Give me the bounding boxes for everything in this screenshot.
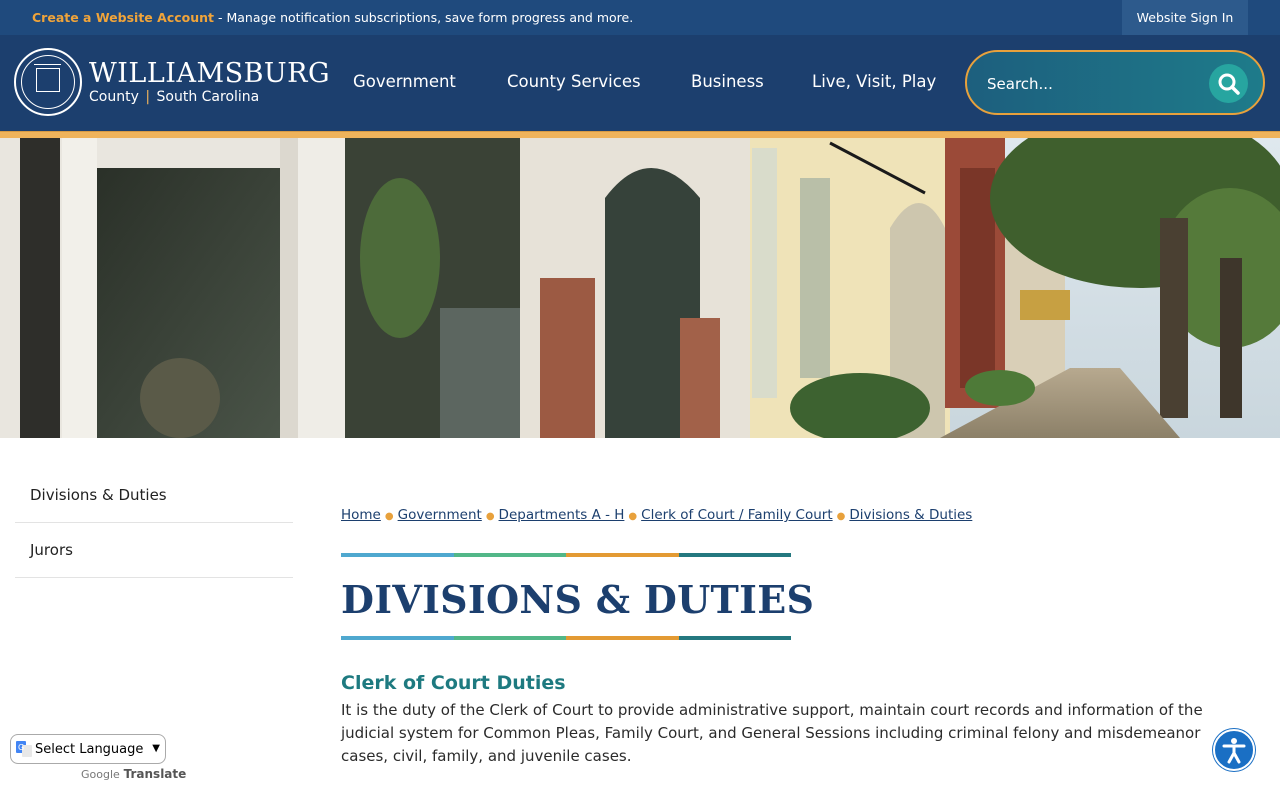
nav-government[interactable]: Government xyxy=(353,72,456,91)
courthouse-icon xyxy=(34,64,61,92)
breadcrumb: Home ● Government ● Departments A - H ● Clerk … xyxy=(341,507,972,523)
breadcrumb-home[interactable]: Home xyxy=(341,507,381,523)
create-account-link[interactable]: Create a Website Account xyxy=(32,10,214,25)
search-box xyxy=(965,50,1265,115)
accessibility-icon xyxy=(1222,738,1246,764)
breadcrumb-separator: ● xyxy=(628,511,638,522)
search-icon xyxy=(1218,73,1240,95)
rule-segment xyxy=(341,636,454,640)
utility-bar: Create a Website Account - Manage notifi… xyxy=(0,0,1280,35)
breadcrumb-separator: ● xyxy=(384,511,394,522)
search-input[interactable] xyxy=(987,72,1207,96)
section-heading: Clerk of Court Duties xyxy=(341,672,566,694)
sidebar-item-divisions-duties[interactable]: Divisions & Duties xyxy=(15,468,293,523)
title-rule-bottom xyxy=(341,636,791,640)
county-seal-logo[interactable] xyxy=(14,48,82,116)
chevron-down-icon: ▼ xyxy=(152,743,160,754)
rule-segment xyxy=(566,553,679,557)
language-select[interactable]: G Select Language ▼ xyxy=(10,734,166,764)
breadcrumb-departments-a-h[interactable]: Departments A - H xyxy=(499,507,625,523)
header-accent-rule xyxy=(0,131,1280,138)
google-translate-icon: G xyxy=(16,741,32,757)
website-sign-in-button[interactable]: Website Sign In xyxy=(1122,0,1248,35)
brand-name[interactable]: WILLIAMSBURG xyxy=(89,58,330,89)
brand-subtitle: County | South Carolina xyxy=(89,89,259,105)
nav-county-services[interactable]: County Services xyxy=(507,72,641,91)
rule-segment xyxy=(566,636,679,640)
brand-county: County xyxy=(89,89,139,105)
breadcrumb-separator: ● xyxy=(836,511,846,522)
rule-segment xyxy=(453,553,566,557)
translate-text: Translate xyxy=(123,767,187,781)
svg-text:G: G xyxy=(18,743,24,752)
account-notice-text: - Manage notification subscriptions, sav… xyxy=(214,10,634,25)
accessibility-button[interactable] xyxy=(1213,729,1255,771)
breadcrumb-clerk-of-court[interactable]: Clerk of Court / Family Court xyxy=(641,507,832,523)
rule-segment xyxy=(341,553,454,557)
account-notice: Create a Website Account - Manage notifi… xyxy=(32,10,633,25)
rule-segment xyxy=(453,636,566,640)
search-button[interactable] xyxy=(1209,64,1248,103)
language-select-label: Select Language xyxy=(35,741,144,757)
section-body: It is the duty of the Clerk of Court to … xyxy=(341,701,1203,765)
powered-by-google-translate[interactable]: Google Translate xyxy=(81,767,186,781)
brand-separator: | xyxy=(145,89,151,105)
hero-banner-image xyxy=(0,138,1280,438)
sidebar-item-jurors[interactable]: Jurors xyxy=(15,523,293,578)
brand-state: South Carolina xyxy=(156,89,260,105)
page-title: DIVISIONS & DUTIES xyxy=(341,577,815,622)
storefront-street-illustration xyxy=(0,138,1280,438)
nav-business[interactable]: Business xyxy=(691,72,764,91)
title-rule-top xyxy=(341,553,791,557)
google-logo-text: Google xyxy=(81,768,120,781)
rule-segment xyxy=(678,636,791,640)
breadcrumb-separator: ● xyxy=(485,511,495,522)
rule-segment xyxy=(678,553,791,557)
breadcrumb-government[interactable]: Government xyxy=(398,507,482,523)
breadcrumb-divisions-duties[interactable]: Divisions & Duties xyxy=(849,507,972,523)
nav-live-visit-play[interactable]: Live, Visit, Play xyxy=(812,72,936,91)
